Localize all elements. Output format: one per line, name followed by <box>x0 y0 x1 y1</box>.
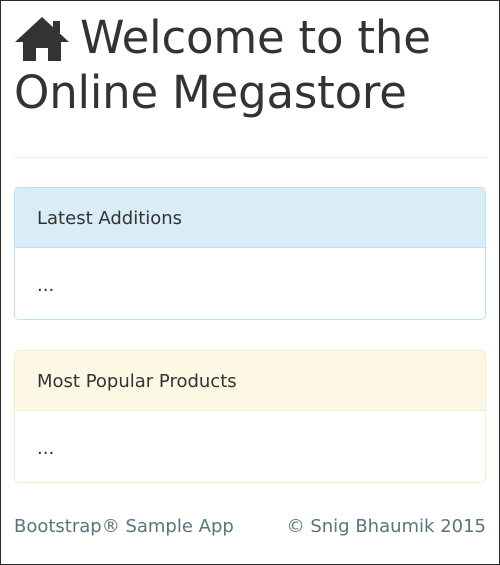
footer-app-name: Bootstrap® Sample App <box>14 516 234 537</box>
latest-additions-body: ... <box>37 275 55 296</box>
page-title-line-1: Welcome to the <box>14 10 490 65</box>
page-header: Welcome to the Online Megastore <box>14 10 490 120</box>
popular-products-panel: Most Popular Products ... <box>14 350 486 483</box>
footer-copyright: © Snig Bhaumik 2015 <box>286 516 486 537</box>
home-icon <box>14 16 70 62</box>
latest-additions-panel: Latest Additions ... <box>14 187 486 320</box>
latest-additions-heading: Latest Additions <box>15 188 485 248</box>
popular-products-heading: Most Popular Products <box>15 351 485 411</box>
popular-products-body: ... <box>37 438 55 459</box>
page-title-text-1: Welcome to the <box>80 11 431 64</box>
page-title-line-2: Online Megastore <box>14 66 407 119</box>
header-divider <box>14 157 486 158</box>
